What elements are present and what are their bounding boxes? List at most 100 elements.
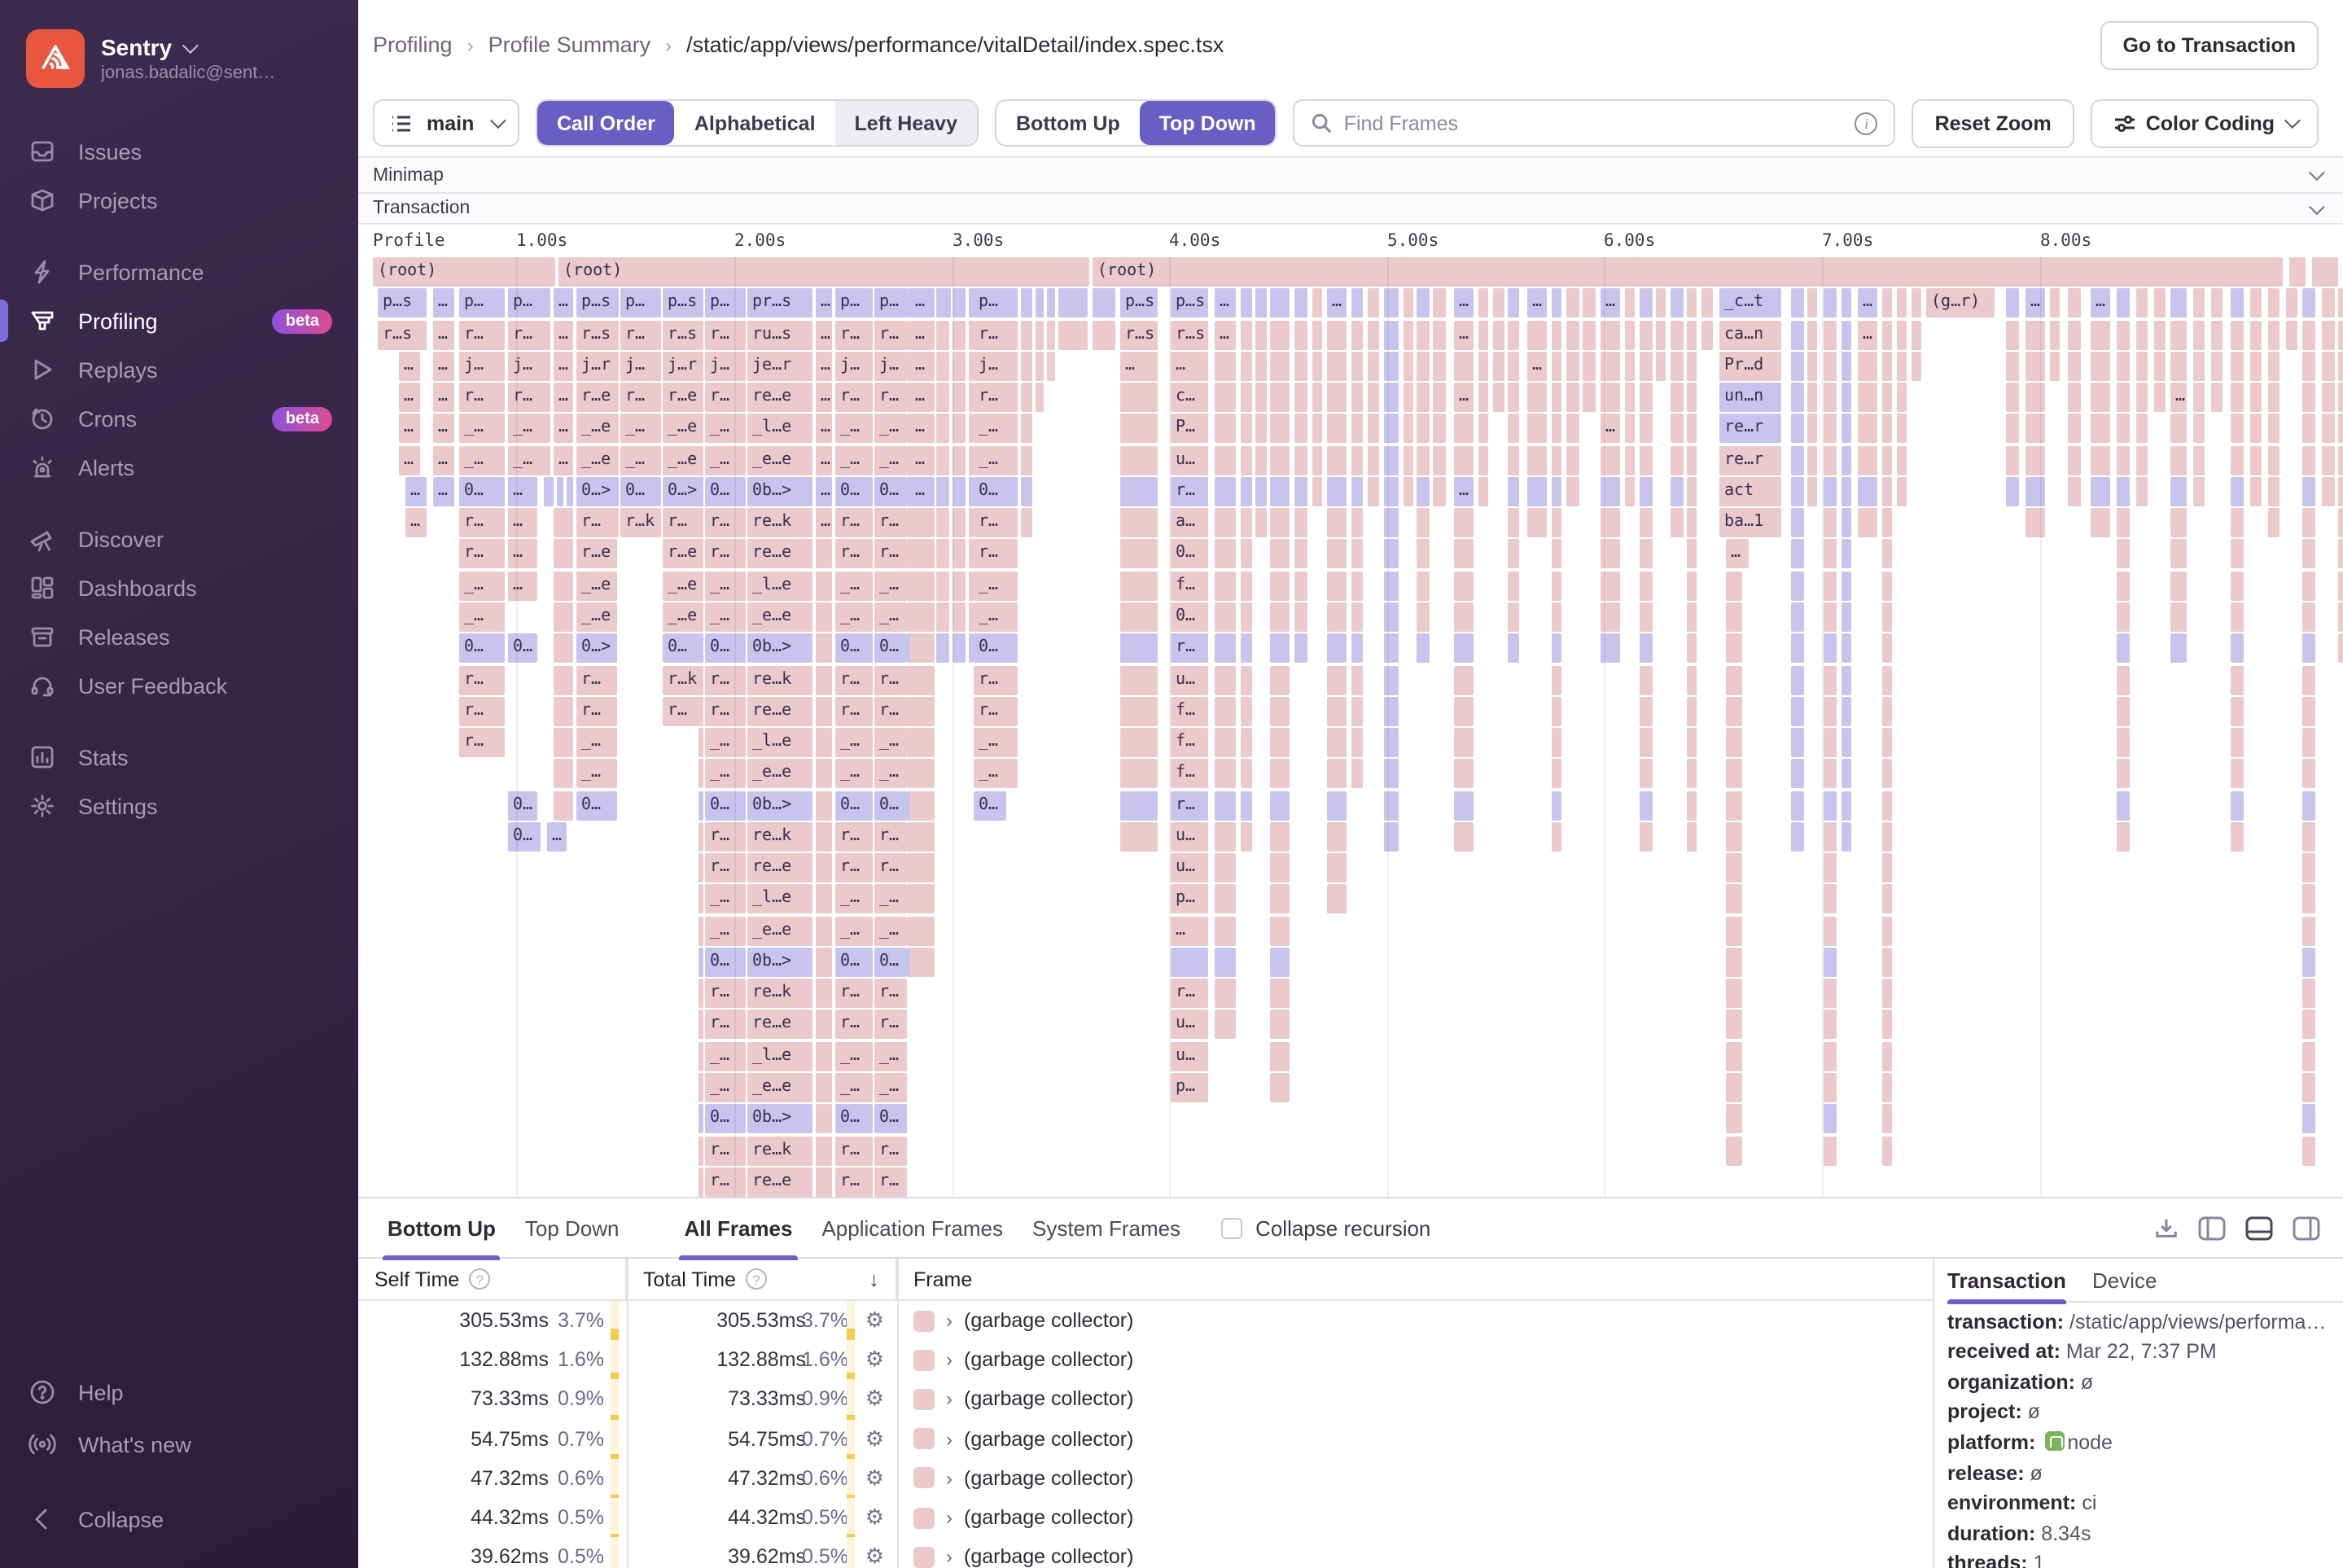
flame-frame[interactable]: r… <box>874 1136 907 1166</box>
flame-frame[interactable]: … <box>910 320 935 350</box>
flame-frame[interactable]: r… <box>459 320 505 350</box>
flame-frame[interactable] <box>1327 351 1347 381</box>
flame-frame[interactable]: 0… <box>508 821 541 852</box>
flame-frame[interactable] <box>1824 916 1837 946</box>
flame-frame[interactable]: re…e <box>747 696 812 726</box>
flame-frame[interactable]: _e…e <box>747 445 812 475</box>
flame-frame[interactable]: r… <box>974 508 1018 538</box>
flame-frame[interactable] <box>699 947 703 977</box>
flame-frame[interactable] <box>1807 288 1817 318</box>
flame-frame[interactable] <box>1701 320 1713 350</box>
flame-frame[interactable]: u… <box>1171 445 1208 475</box>
flame-frame[interactable] <box>1327 414 1347 444</box>
flame-frame[interactable] <box>699 1010 703 1040</box>
flame-frame[interactable] <box>1294 351 1307 381</box>
flame-frame[interactable] <box>910 821 935 852</box>
expand-chevron-icon[interactable]: › <box>946 1467 953 1490</box>
flame-frame[interactable] <box>567 476 573 506</box>
flame-frame[interactable] <box>1687 571 1697 601</box>
flame-frame[interactable] <box>1882 1041 1892 1071</box>
flame-frame[interactable] <box>1640 633 1653 664</box>
flame-frame[interactable] <box>2250 351 2262 381</box>
flame-frame[interactable] <box>1842 476 1851 506</box>
flame-frame[interactable]: _… <box>974 602 1018 632</box>
flame-frame[interactable] <box>1791 414 1804 444</box>
flame-frame[interactable]: r… <box>874 539 907 569</box>
flame-frame[interactable] <box>1552 508 1561 538</box>
flame-frame[interactable] <box>2193 383 2205 413</box>
flame-frame[interactable] <box>2136 320 2148 350</box>
flame-frame[interactable] <box>1824 383 1837 413</box>
flame-frame[interactable]: r… <box>705 1136 744 1166</box>
flame-frame[interactable]: 0… <box>1171 539 1208 569</box>
flame-frame[interactable] <box>1583 320 1596 350</box>
frame-cell[interactable]: › (garbage collector) <box>897 1380 1933 1419</box>
flame-frame[interactable] <box>816 1136 832 1166</box>
flame-frame[interactable]: _… <box>874 602 907 632</box>
flame-frame[interactable]: … <box>433 414 454 444</box>
flame-frame[interactable] <box>1726 571 1742 601</box>
flame-frame[interactable]: r… <box>874 320 907 350</box>
flame-frame[interactable] <box>816 1073 832 1103</box>
flame-frame[interactable] <box>1327 383 1347 413</box>
flame-frame[interactable]: p…s <box>1120 288 1158 318</box>
flame-frame[interactable] <box>1842 320 1851 350</box>
flame-frame[interactable]: Pr…d <box>1719 351 1781 381</box>
flame-frame[interactable]: _l…e <box>747 884 812 914</box>
flame-frame[interactable] <box>1384 320 1399 350</box>
flame-frame[interactable] <box>1384 414 1399 444</box>
flame-frame[interactable] <box>2231 821 2244 852</box>
flame-frame[interactable]: _e…e <box>747 1073 812 1103</box>
flame-frame[interactable] <box>2231 602 2244 632</box>
flame-frame[interactable] <box>1384 476 1399 506</box>
flame-frame[interactable] <box>1882 414 1892 444</box>
flame-frame[interactable] <box>2302 445 2315 475</box>
flame-frame[interactable] <box>2193 288 2205 318</box>
expand-chevron-icon[interactable]: › <box>946 1388 953 1411</box>
flame-frame[interactable] <box>1351 759 1363 789</box>
flame-frame[interactable] <box>910 602 935 632</box>
flame-frame[interactable]: … <box>910 476 935 506</box>
flame-frame[interactable] <box>1478 445 1488 475</box>
flame-frame[interactable] <box>1417 508 1430 538</box>
flame-frame[interactable] <box>1351 539 1363 569</box>
flame-frame[interactable] <box>1726 916 1742 946</box>
flame-frame[interactable] <box>910 728 935 758</box>
flame-frame[interactable]: j… <box>705 351 744 381</box>
flame-frame[interactable]: … <box>1858 320 1877 350</box>
dock-left-icon[interactable] <box>2198 1215 2226 1240</box>
flame-frame[interactable] <box>1120 476 1158 506</box>
flame-frame[interactable]: r… <box>576 665 617 694</box>
flame-frame[interactable]: … <box>910 414 935 444</box>
flame-frame[interactable]: … <box>433 476 454 506</box>
flame-frame[interactable] <box>1882 571 1892 601</box>
find-frames-search[interactable]: i <box>1293 99 1896 147</box>
flame-frame[interactable] <box>2025 351 2045 381</box>
flame-frame[interactable] <box>1882 853 1892 883</box>
flame-frame[interactable] <box>1368 476 1379 506</box>
flame-frame[interactable] <box>2006 320 2019 350</box>
flame-frame[interactable] <box>1241 288 1252 318</box>
flame-frame[interactable] <box>1566 383 1579 413</box>
tab-bottom-up[interactable]: Bottom Up <box>373 1198 510 1259</box>
flame-frame[interactable]: r… <box>974 383 1018 413</box>
flame-frame[interactable] <box>699 759 703 789</box>
flame-frame[interactable] <box>1215 791 1236 821</box>
expand-chevron-icon[interactable]: › <box>946 1427 953 1450</box>
flame-frame[interactable] <box>1687 602 1697 632</box>
flame-frame[interactable] <box>1897 476 1907 506</box>
flame-frame[interactable] <box>1327 539 1347 569</box>
flame-frame[interactable]: _… <box>974 728 1018 758</box>
flame-frame[interactable] <box>2117 539 2130 569</box>
flame-frame[interactable]: r… <box>1171 476 1208 506</box>
flame-frame[interactable] <box>1270 884 1290 914</box>
flame-frame[interactable]: _… <box>874 916 907 946</box>
flame-frame[interactable] <box>1824 476 1837 506</box>
flame-frame[interactable] <box>1842 445 1851 475</box>
flame-frame[interactable] <box>1454 539 1474 569</box>
flame-frame[interactable]: 0… <box>874 1104 907 1134</box>
flame-frame[interactable] <box>2068 288 2081 318</box>
flame-frame[interactable] <box>1640 791 1653 821</box>
flame-frame[interactable] <box>1047 288 1055 318</box>
flame-frame[interactable]: 0… <box>705 947 744 977</box>
